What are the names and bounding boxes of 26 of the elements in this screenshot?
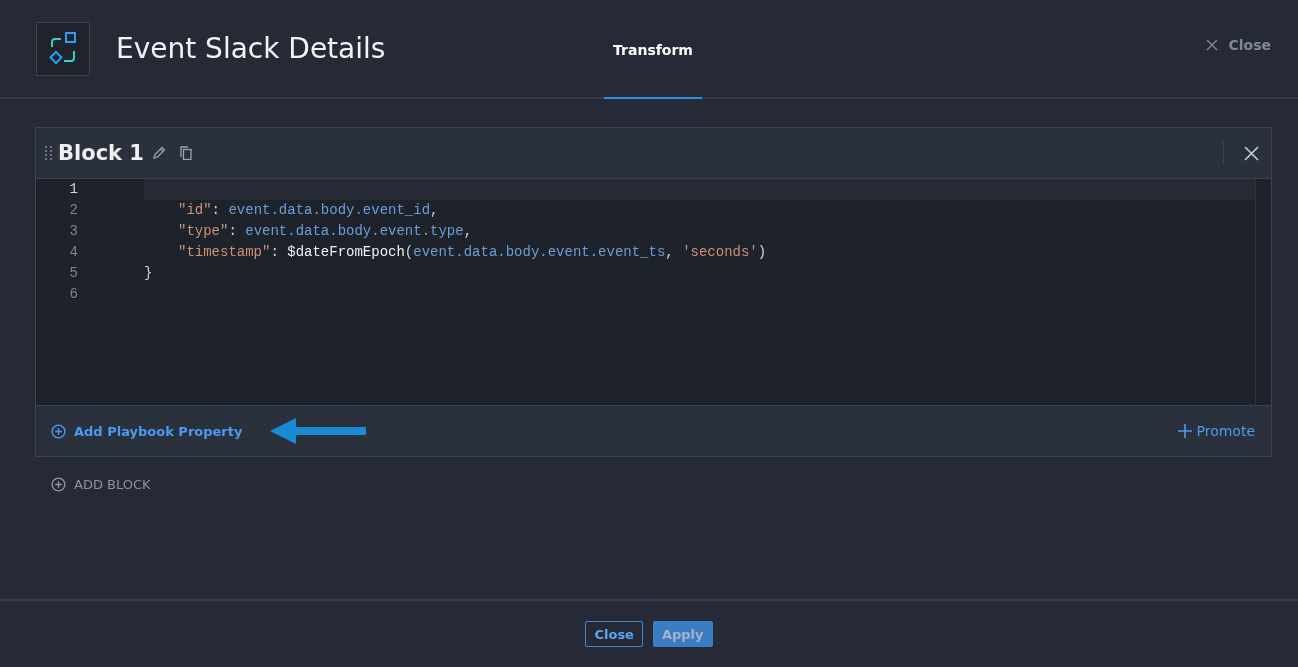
code-line: } [143, 264, 154, 283]
app-logo-icon [36, 21, 90, 76]
plus-icon [1178, 424, 1193, 438]
line-number: 4 [68, 243, 79, 262]
close-icon [1206, 38, 1219, 51]
code-line: "id": event.data.body.event_id, [177, 201, 440, 220]
drag-handle-icon[interactable] [44, 146, 52, 160]
line-number: 3 [68, 222, 79, 241]
plus-circle-icon [51, 477, 66, 492]
close-button[interactable]: Close [585, 621, 643, 647]
plus-circle-icon [51, 423, 66, 439]
line-number: 2 [68, 201, 79, 220]
close-button[interactable]: Close [1206, 36, 1271, 53]
line-number: 5 [68, 264, 79, 283]
code-line: "type": event.data.body.event.type, [177, 222, 474, 241]
promote-button[interactable]: Promote [1178, 423, 1255, 439]
block-title: Block 1 [58, 141, 144, 165]
line-number: 1 [68, 180, 79, 199]
close-label: Close [1228, 36, 1271, 53]
add-playbook-property-link[interactable]: Add Playbook Property [51, 423, 243, 439]
code-editor[interactable]: 1 2 3 4 5 6 "id": event.data.body.event_id, "type": event.data.body.event.type, "timestamp": $dateFromEpoch(event.data.body.event.event_ts, 'seconds') } [36, 179, 1271, 405]
page-title: Event Slack Details [116, 32, 386, 65]
code-line: "timestamp": $dateFromEpoch(event.data.body.event.event_ts, 'seconds') [177, 243, 768, 262]
add-block-button[interactable]: ADD BLOCK [51, 477, 151, 492]
line-number: 6 [68, 285, 79, 304]
tab[interactable]: Transform [604, 0, 702, 99]
